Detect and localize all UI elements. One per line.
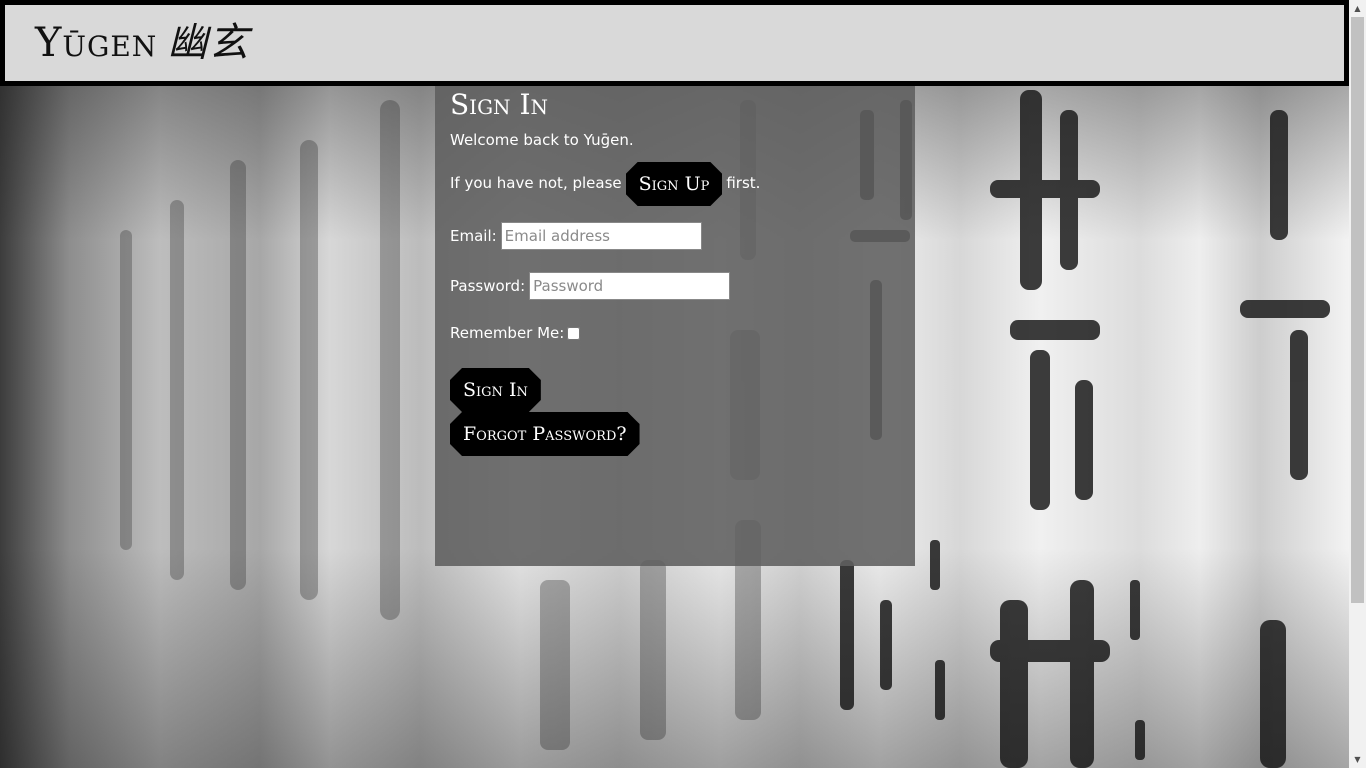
- welcome-text: Welcome back to Yuḡen.: [450, 131, 634, 149]
- email-label: Email:: [450, 227, 497, 245]
- signup-prompt-after: first.: [726, 174, 761, 192]
- scroll-up-arrow-icon[interactable]: ▲: [1349, 0, 1366, 17]
- forgot-password-button[interactable]: Forgot Password?: [450, 412, 640, 456]
- remember-me-checkbox[interactable]: [567, 326, 581, 340]
- form-actions: Sign In Forgot Password?: [450, 368, 900, 456]
- email-row: Email:: [450, 222, 900, 250]
- sign-up-button[interactable]: Sign Up: [626, 162, 723, 206]
- sign-in-button[interactable]: Sign In: [450, 368, 541, 412]
- email-field[interactable]: [500, 222, 702, 250]
- remember-row: Remember Me:: [450, 324, 900, 342]
- signin-panel: Sign In Welcome back to Yuḡen. If you ha…: [435, 86, 915, 566]
- site-logo[interactable]: Yūgen 幽玄: [35, 17, 249, 69]
- page-title: Sign In: [450, 88, 549, 121]
- brand-name: Yūgen: [35, 20, 158, 66]
- scroll-down-arrow-icon[interactable]: ▼: [1349, 751, 1366, 768]
- scrollbar-thumb[interactable]: [1351, 17, 1364, 603]
- signup-prompt-before: If you have not, please: [450, 174, 622, 192]
- site-header: Yūgen 幽玄: [0, 0, 1349, 86]
- password-field[interactable]: [529, 272, 731, 300]
- password-row: Password:: [450, 272, 900, 300]
- signup-prompt: If you have not, please Sign Up first.: [450, 162, 900, 206]
- remember-me-label: Remember Me:: [450, 324, 565, 342]
- header-bar: Yūgen 幽玄: [5, 5, 1344, 81]
- password-label: Password:: [450, 277, 526, 295]
- brand-kanji: 幽玄: [167, 20, 250, 66]
- vertical-scrollbar[interactable]: ▲ ▼: [1349, 0, 1366, 768]
